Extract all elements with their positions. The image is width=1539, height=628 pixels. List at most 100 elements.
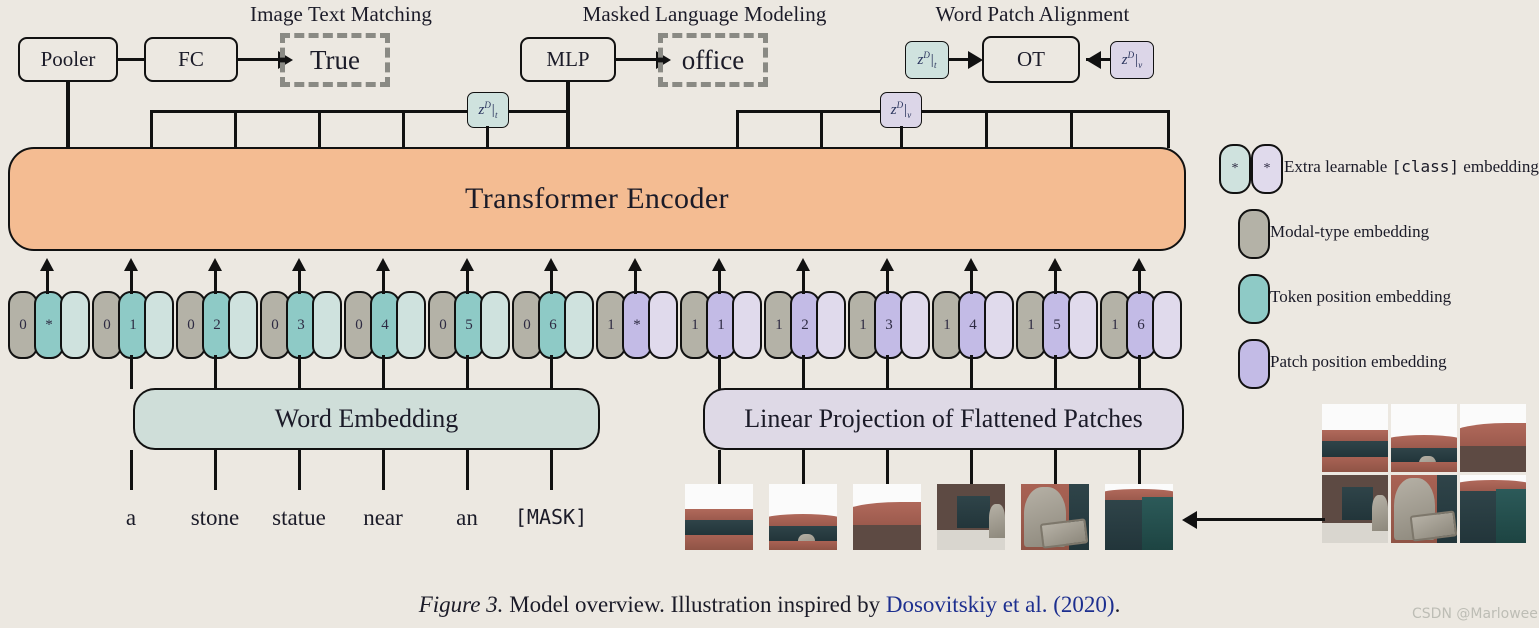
legend-label-modal: Modal-type embedding <box>1270 222 1430 241</box>
vision-bus-drop-2 <box>820 110 823 148</box>
patch-embedding-pill-0 <box>648 291 678 359</box>
image-patch-3 <box>853 484 921 550</box>
word-embedding-box: Word Embedding <box>133 388 600 450</box>
word-label-6: [MASK] <box>514 505 588 529</box>
image-patch-4 <box>937 484 1005 550</box>
patch-projection-down-stem-4 <box>969 450 973 484</box>
mlm-output-office: office <box>658 33 768 87</box>
patch-projection-box: Linear Projection of Flattened Patches <box>703 388 1184 450</box>
text-output-bus <box>150 110 510 113</box>
wpa-vision-chip-label: zD|v <box>1121 50 1143 70</box>
text-bus-chip-drop <box>486 126 489 148</box>
source-image-cell-2 <box>1460 404 1526 472</box>
word-embedding-down-stem-6 <box>549 450 553 490</box>
figure-caption-end: . <box>1114 592 1121 617</box>
word-embedding-up-stem-5 <box>465 355 469 389</box>
encoder-input-arrow-text-5-stem <box>465 266 469 294</box>
patch-embedding-pill-4 <box>984 291 1014 359</box>
source-to-patches-arrowhead <box>1182 511 1197 529</box>
patch-projection-up-stem-4 <box>969 355 973 389</box>
ot-box[interactable]: OT <box>982 36 1080 83</box>
vision-bus-drop-4 <box>1070 110 1073 148</box>
patch-projection-up-stem-2 <box>801 355 805 389</box>
source-image-grid <box>1322 404 1528 546</box>
patch-projection-down-stem-5 <box>1053 450 1057 484</box>
word-label-5: an <box>456 505 478 530</box>
patch-projection-up-stem-1 <box>717 355 721 389</box>
pooler-stem <box>66 82 70 148</box>
legend-swatch-tokenpos-0 <box>1238 274 1270 324</box>
text-bus-drop-2 <box>234 110 237 148</box>
encoder-input-arrow-image-6-stem <box>1137 266 1141 294</box>
encoder-input-arrow-text-6-stem <box>549 266 553 294</box>
figure-caption-text: Model overview. Illustration inspired by <box>503 592 886 617</box>
wpa-vision-ot-arrowhead <box>1086 51 1101 69</box>
token-embedding-pill-3 <box>312 291 342 359</box>
word-embedding-up-stem-3 <box>297 355 301 389</box>
wpa-vision-chip: zD|v <box>1110 41 1154 79</box>
patch-projection-down-stem-6 <box>1137 450 1141 484</box>
mlp-box[interactable]: MLP <box>520 37 616 82</box>
mlp-stem <box>566 82 570 148</box>
watermark: CSDN @Marlowee <box>1412 606 1538 622</box>
patch-projection-down-stem-3 <box>885 450 889 484</box>
word-label-2: stone <box>190 505 240 530</box>
legend-swatch-class-1: * <box>1251 144 1283 194</box>
pooler-box[interactable]: Pooler <box>18 37 118 82</box>
fc-box[interactable]: FC <box>144 37 238 82</box>
vision-output-bus-right <box>920 110 1170 113</box>
patch-embedding-pill-1 <box>732 291 762 359</box>
token-embedding-pill-0 <box>60 291 90 359</box>
vision-output-bus-left <box>736 110 886 113</box>
token-embedding-pill-4 <box>396 291 426 359</box>
wpa-text-chip-label: zD|t <box>917 50 937 70</box>
token-embedding-pill-5 <box>480 291 510 359</box>
word-embedding-down-stem-4 <box>381 450 385 490</box>
figure-caption-citation[interactable]: Dosovitskiy et al. (2020) <box>886 592 1115 617</box>
figure-caption-label: Figure 3. <box>418 592 504 617</box>
vision-bus-chip: zD|v <box>880 92 922 128</box>
legend-swatch-patchpos-0 <box>1238 339 1270 389</box>
image-patch-1 <box>685 484 753 550</box>
task-title-masked-language-modeling: Masked Language Modeling <box>582 2 827 26</box>
image-patch-2 <box>769 484 837 550</box>
vision-bus-chip-label: zD|v <box>890 100 912 120</box>
image-patch-6 <box>1105 484 1173 550</box>
legend-label-tokenpos: Token position embedding <box>1270 287 1452 306</box>
word-label-1: a <box>125 505 137 530</box>
patch-projection-up-stem-5 <box>1053 355 1057 389</box>
patch-projection-down-stem-2 <box>801 450 805 484</box>
text-bus-drop-1 <box>150 110 153 148</box>
source-image-cell-5 <box>1460 475 1526 543</box>
word-embedding-up-stem-6 <box>549 355 553 389</box>
task-title-image-text-matching: Image Text Matching <box>250 2 432 26</box>
encoder-input-arrow-text-2-stem <box>213 266 217 294</box>
patch-projection-up-stem-6 <box>1137 355 1141 389</box>
word-embedding-up-stem-2 <box>213 355 217 389</box>
legend-swatch-modal-0 <box>1238 209 1270 259</box>
encoder-input-arrow-image-2-stem <box>801 266 805 294</box>
word-label-4: near <box>363 505 403 530</box>
encoder-input-arrow-text-4-stem <box>381 266 385 294</box>
encoder-input-arrow-image-0-stem <box>633 266 637 294</box>
legend-label-patchpos: Patch position embedding <box>1270 352 1447 371</box>
source-image-cell-1 <box>1391 404 1457 472</box>
vision-bus-chip-drop <box>900 126 903 148</box>
encoder-input-arrow-text-1-stem <box>129 266 133 294</box>
encoder-input-arrow-image-1-stem <box>717 266 721 294</box>
legend-label-class: Extra learnable [class] embedding <box>1284 157 1539 176</box>
pooler-fc-connector <box>118 58 144 61</box>
patch-embedding-pill-3 <box>900 291 930 359</box>
patch-projection-up-stem-3 <box>885 355 889 389</box>
token-embedding-pill-1 <box>144 291 174 359</box>
transformer-encoder: Transformer Encoder <box>8 147 1186 251</box>
patch-projection-down-stem-1 <box>717 450 721 484</box>
patch-embedding-pill-5 <box>1068 291 1098 359</box>
encoder-input-arrow-text-0-stem <box>45 266 49 294</box>
token-embedding-pill-6 <box>564 291 594 359</box>
vision-bus-drop-3 <box>985 110 988 148</box>
legend-swatch-class-0: * <box>1219 144 1251 194</box>
fc-true-connector <box>238 58 280 61</box>
word-embedding-down-stem-5 <box>465 450 469 490</box>
figure-caption: Figure 3. Model overview. Illustration i… <box>0 592 1539 618</box>
